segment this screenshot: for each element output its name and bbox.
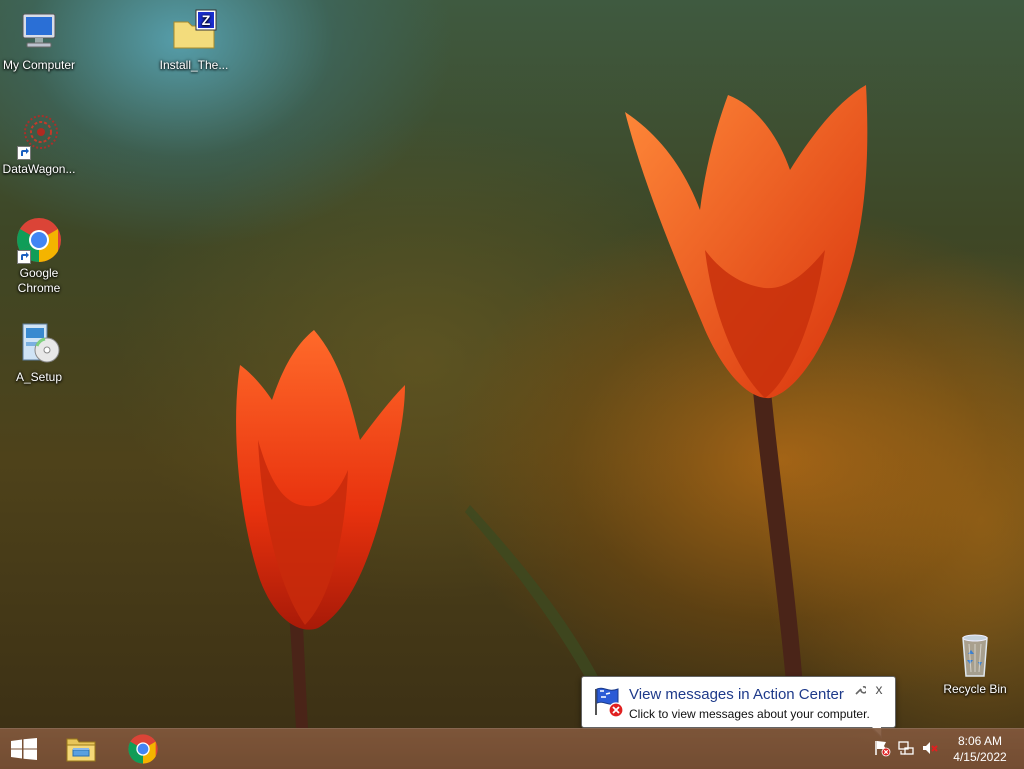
desktop-icon-recycle-bin[interactable]: Recycle Bin <box>936 632 1014 697</box>
setup-icon <box>15 320 63 368</box>
desktop-icon-datawagon[interactable]: DataWagon... <box>0 112 78 177</box>
taskbar-clock[interactable]: 8:06 AM 4/15/2022 <box>940 733 1020 765</box>
desktop-icon-install-zip[interactable]: Z Install_The... <box>155 8 233 73</box>
desktop-icon-label: A_Setup <box>15 370 63 384</box>
action-center-notification[interactable]: View messages in Action Center Click to … <box>581 676 896 739</box>
datawagon-icon <box>15 112 63 160</box>
network-icon[interactable] <box>897 739 915 757</box>
action-center-flag-error-icon <box>592 685 626 719</box>
shortcut-arrow-icon <box>17 250 31 264</box>
volume-muted-icon[interactable] <box>921 739 939 757</box>
desktop-icon-label: Google Chrome <box>17 266 61 295</box>
notification-text: Click to view messages about your comput… <box>629 707 870 721</box>
desktop-icon-my-computer[interactable]: My Computer <box>0 8 78 73</box>
notification-title[interactable]: View messages in Action Center <box>629 686 844 703</box>
recycle-bin-icon <box>951 632 999 680</box>
shortcut-arrow-icon <box>17 146 31 160</box>
desktop-icon-label: DataWagon... <box>2 162 76 176</box>
clock-time: 8:06 AM <box>957 734 1003 748</box>
wrench-options-icon[interactable] <box>854 683 868 695</box>
desktop-icon-a-setup[interactable]: A_Setup <box>0 320 78 385</box>
taskbar: 8:06 AM 4/15/2022 <box>0 728 1024 769</box>
desktop-icon-google-chrome[interactable]: Google Chrome <box>0 216 78 296</box>
desktop-wallpaper <box>0 0 1024 768</box>
file-explorer-icon <box>66 738 96 762</box>
start-button[interactable] <box>0 729 48 769</box>
desktop-icon-label: Install_The... <box>159 58 229 72</box>
chrome-icon <box>128 734 158 764</box>
taskbar-google-chrome[interactable] <box>112 729 172 769</box>
chrome-icon <box>15 216 63 264</box>
svg-text:Z: Z <box>202 12 211 28</box>
clock-date: 4/15/2022 <box>953 750 1007 764</box>
tulip-wallpaper-art <box>236 85 868 728</box>
windows-start-icon <box>11 738 37 760</box>
taskbar-file-explorer[interactable] <box>50 729 110 769</box>
notification-close-button[interactable]: x <box>872 682 886 696</box>
desktop-icon-label: Recycle Bin <box>943 682 1007 696</box>
computer-icon <box>15 8 63 56</box>
zip-folder-icon: Z <box>170 8 218 56</box>
desktop-icon-label: My Computer <box>2 58 76 72</box>
action-center-flag-icon[interactable] <box>873 739 891 757</box>
